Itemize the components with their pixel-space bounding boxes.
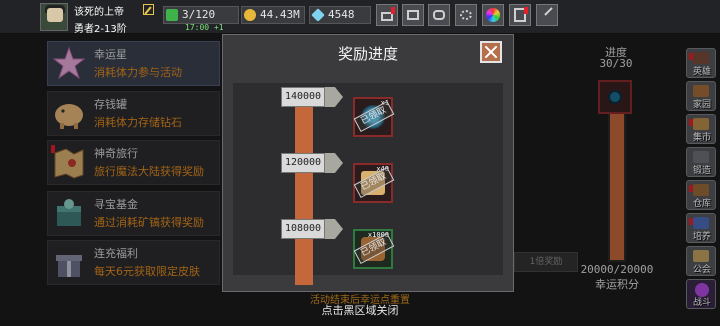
player-name: 该死的上帝 [74,7,124,18]
gamepad-button[interactable] [428,4,450,26]
mail-button[interactable] [402,4,424,26]
milestone-track [295,97,313,285]
milestone-marker: 140000 [281,87,345,107]
top-bar: 该死的上帝 勇者2-13阶 3/120 17:00 +1 44.43M 4548 [0,0,720,35]
gem-counter[interactable]: 4548 [309,6,371,24]
lightning-icon [166,9,178,21]
reward-slot[interactable]: x1 已领取 [353,97,395,137]
avatar-face [47,8,63,22]
avatar[interactable] [40,3,68,31]
swords-icon [544,7,560,23]
settings-button[interactable] [455,4,477,26]
mail-icon [407,10,419,20]
gold-value: 44.43M [260,8,300,21]
stamina-counter[interactable]: 3/120 [163,6,239,24]
milestone-value: 140000 [281,87,325,107]
player-rank: 勇者2-13阶 [74,24,127,35]
battle-button[interactable] [536,4,560,26]
gold-coin-icon [244,9,256,21]
stamina-value: 3/120 [182,8,216,21]
close-button[interactable] [480,41,502,63]
notification-badge [391,7,395,14]
reward-progress-modal: 奖励进度 140000 x1 已领取 120000 x40 已领取 108000… [222,34,514,292]
gear-icon [460,10,472,20]
arrow-right-icon [325,219,343,239]
color-wheel-button[interactable] [482,4,504,26]
milestone-marker: 108000 [281,219,345,239]
milestone-value: 108000 [281,219,325,239]
edit-icon[interactable] [143,4,154,15]
stamina-regen: 17:00 +1 [185,23,224,32]
modal-title: 奖励进度 [337,45,398,63]
color-wheel-icon [486,8,500,22]
announcement-button[interactable] [509,4,531,26]
arrow-right-icon [325,87,343,107]
notification-badge [524,7,528,14]
gem-icon [311,8,325,22]
milestone-value: 120000 [281,153,325,173]
milestone-marker: 120000 [281,153,345,173]
gamepad-icon [433,10,445,20]
close-hint: 点击黑区域关闭 [321,304,399,317]
reward-slot[interactable]: x40 已领取 [353,163,395,203]
shop-button[interactable] [376,4,398,26]
reward-slot[interactable]: x1000 已领取 [353,229,395,269]
gem-value: 4548 [328,8,355,21]
gold-counter[interactable]: 44.43M [241,6,305,24]
arrow-right-icon [325,153,343,173]
